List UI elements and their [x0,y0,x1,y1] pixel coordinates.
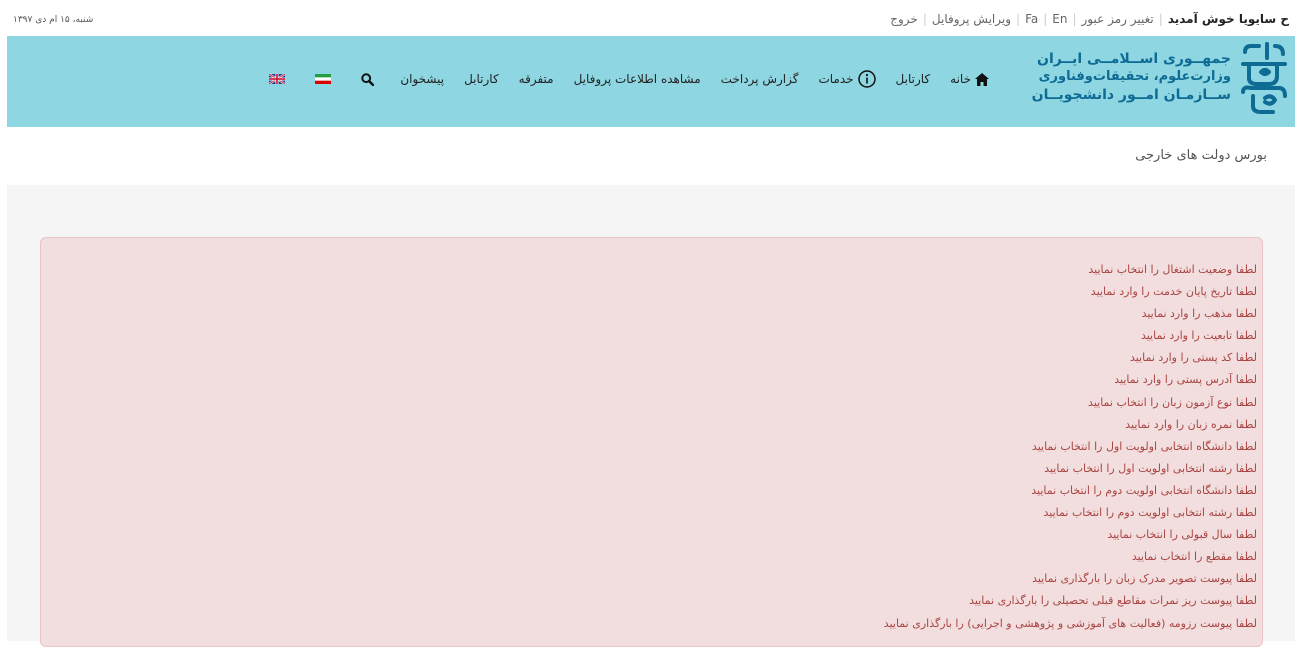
error-item: لطفا وضعیت اشتغال را انتخاب نمایید [1088,263,1257,276]
change-password-link[interactable]: تغییر رمز عبور [1082,12,1154,26]
nav-item-view-profile[interactable]: مشاهده اطلاعات پروفایل [574,72,701,86]
main-nav: خانه کارتابل خدمات گزارش پرداخت مشاهده ا… [380,63,989,95]
error-item: لطفا دانشگاه انتخابی اولویت دوم را انتخا… [1031,483,1257,497]
error-item: لطفا رشته انتخابی اولویت دوم را انتخاب ن… [1043,506,1257,520]
site-header: جمهــوری اســلامــی ایــران وزارت‌علوم، … [7,36,1295,127]
nav-label-home: خانه [950,72,971,86]
error-item: لطفا نمره زبان را وارد نمایید [1125,417,1257,431]
welcome-text: خوش آمدید [1167,12,1239,26]
nav-item-cartable[interactable]: کارتابل [896,72,931,86]
lang-fa-link[interactable]: Fa [1025,12,1038,26]
logo-line-organization: ســازمـان امــور دانشجویــان [1031,87,1231,103]
error-item: لطفا تاریخ پایان خدمت را وارد نمایید [1090,285,1257,299]
nav-item-home[interactable]: خانه [950,72,989,86]
user-name: ح سایویا [1238,12,1289,26]
nav-label-cartable-2: کارتابل [464,72,499,86]
nav-item-dashboard[interactable]: پیشخوان [400,72,444,86]
organization-name: جمهــوری اســلامــی ایــران وزارت‌علوم، … [1032,50,1231,104]
error-item: لطفا رشته انتخابی اولویت اول را انتخاب ن… [1044,461,1257,475]
welcome-message: ح سایویا خوش آمدید [1168,12,1289,26]
top-utility-bar: شنبه، ۱۵ ام دی ۱۳۹۷ ح سایویا خوش آمدید|ت… [7,10,1295,36]
lang-en-link[interactable]: En [1052,12,1067,26]
header-tools [269,71,404,87]
home-icon [975,72,989,86]
nav-item-cartable-2[interactable]: کارتابل [464,72,499,86]
error-item: لطفا مقطع را انتخاب نمایید [1131,550,1257,564]
nav-label-view-profile: مشاهده اطلاعات پروفایل [573,72,701,86]
uk-flag-icon[interactable] [269,74,285,84]
error-item: لطفا سال قبولی را انتخاب نمایید [1107,528,1257,542]
logout-link[interactable]: خروج [890,12,918,26]
error-item: لطفا نوع آزمون زبان را انتخاب نمایید [1088,395,1257,409]
nav-label-payment-report: گزارش پرداخت [720,72,799,86]
search-icon[interactable] [361,72,374,86]
current-date: شنبه، ۱۵ ام دی ۱۳۹۷ [13,15,94,25]
error-item: لطفا دانشگاه انتخابی اولویت اول را انتخا… [1031,439,1257,453]
nav-label-cartable: کارتابل [895,72,931,86]
logo-line-country: جمهــوری اســلامــی ایــران [1037,51,1231,67]
error-list: لطفا وضعیت اشتغال را انتخاب نمایید لطفا … [884,259,1262,635]
error-item: لطفا مذهب را وارد نمایید [1141,307,1257,321]
page-title: بورس دولت های خارجی [1135,148,1267,163]
organization-logo[interactable] [1239,42,1289,116]
logo-line-ministry: وزارت‌علوم، تحقیقات‌وفناوری [1038,69,1231,84]
error-item: لطفا تابعیت را وارد نمایید [1140,329,1257,343]
nav-item-misc[interactable]: متفرقه [519,72,554,86]
nav-item-payment-report[interactable]: گزارش پرداخت [721,72,799,86]
nav-item-services[interactable]: خدمات [818,70,876,88]
nav-label-services: خدمات [818,72,854,86]
user-links: ح سایویا خوش آمدید|تغییر رمز عبور|Fa | En|… [890,12,1289,26]
nav-label-misc: متفرقه [518,72,554,86]
validation-error-alert: لطفا وضعیت اشتغال را انتخاب نمایید لطفا … [40,237,1263,647]
error-item: لطفا پیوست تصویر مدرک زبان را بارگذاری ن… [1032,572,1257,586]
info-circle-icon [857,70,876,88]
error-item: لطفا پیوست رزومه (فعالیت های آموزشی و پژ… [883,616,1257,630]
nav-label-dashboard: پیشخوان [400,72,445,86]
error-item: لطفا کد پستی را وارد نمایید [1129,351,1257,365]
error-item: لطفا پیوست ریز نمرات مقاطع قبلی تحصیلی ر… [969,594,1257,608]
error-item: لطفا آدرس پستی را وارد نمایید [1114,373,1257,387]
edit-profile-link[interactable]: ویرایش پروفایل [932,12,1011,26]
iran-flag-icon[interactable] [315,74,331,84]
